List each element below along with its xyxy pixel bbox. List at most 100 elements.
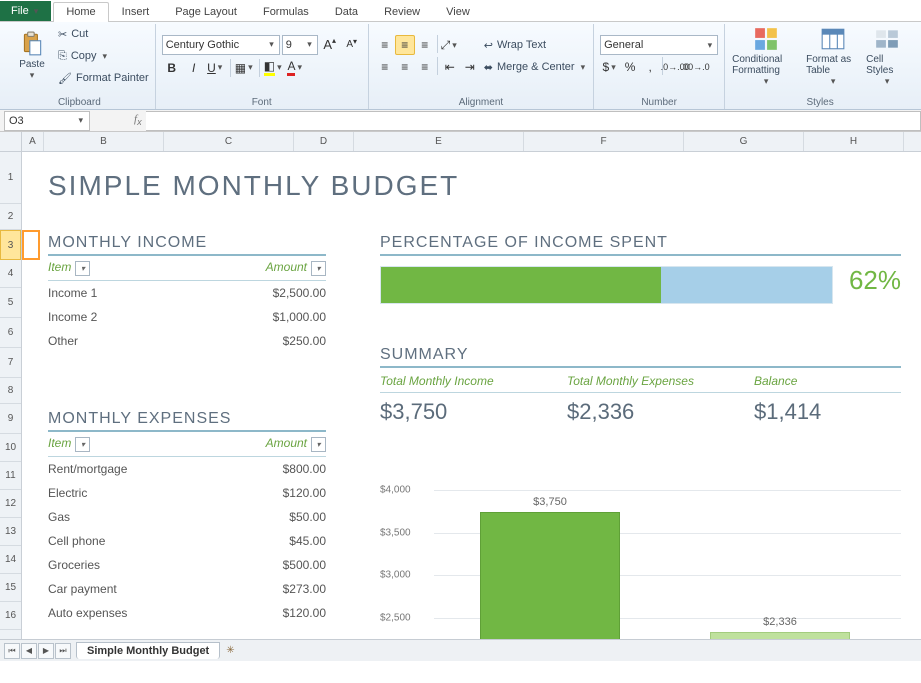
tab-home[interactable]: Home xyxy=(53,2,108,22)
col-header[interactable]: G xyxy=(684,132,804,151)
filter-button[interactable]: ▾ xyxy=(75,437,90,452)
sheet-nav-prev[interactable]: ◀ xyxy=(21,643,37,659)
fill-color-button[interactable]: ◧▾ xyxy=(264,58,284,78)
bold-button[interactable]: B xyxy=(162,58,182,78)
filter-button[interactable]: ▾ xyxy=(75,261,90,276)
table-row[interactable]: Other$250.00 xyxy=(48,329,326,353)
group-alignment: ≡ ≡ ≡ ⤢▾ ≡ ≡ ≡ ⇤ ⇥ ↩Wrap Text ⬌Merge & C… xyxy=(369,24,594,109)
table-icon xyxy=(820,26,846,52)
row-header[interactable]: 8 xyxy=(0,378,21,404)
border-icon: ▦ xyxy=(235,61,246,75)
format-as-table-button[interactable]: Format as Table▾ xyxy=(805,24,861,88)
row-header[interactable]: 11 xyxy=(0,462,21,490)
font-name-select[interactable]: Century Gothic▾ xyxy=(162,35,280,55)
table-row[interactable]: Rent/mortgage$800.00 xyxy=(48,457,326,481)
wrap-text-button[interactable]: ↩Wrap Text xyxy=(484,35,587,55)
increase-indent-button[interactable]: ⇥ xyxy=(460,57,480,77)
summary-val-income: $3,750 xyxy=(380,399,527,425)
table-row[interactable]: Electric$120.00 xyxy=(48,481,326,505)
row-header[interactable]: 7 xyxy=(0,348,21,378)
row-header[interactable]: 12 xyxy=(0,490,21,518)
tab-formulas[interactable]: Formulas xyxy=(250,2,322,21)
sheet-canvas[interactable]: SIMPLE MONTHLY BUDGET MONTHLY INCOME Ite… xyxy=(22,152,921,661)
fx-icon[interactable]: fx xyxy=(134,113,142,127)
sheet-nav-next[interactable]: ▶ xyxy=(38,643,54,659)
col-header[interactable]: H xyxy=(804,132,904,151)
shrink-font-button[interactable]: A▾ xyxy=(342,35,362,55)
col-header[interactable]: A xyxy=(22,132,44,151)
decrease-decimal-button[interactable]: .00→.0 xyxy=(685,57,705,77)
number-format-select[interactable]: General▾ xyxy=(600,35,718,55)
sheet-nav-first[interactable]: ⏮ xyxy=(4,643,20,659)
group-label: Font xyxy=(162,96,362,109)
row-header[interactable]: 15 xyxy=(0,574,21,602)
italic-button[interactable]: I xyxy=(184,58,204,78)
row-header[interactable]: 14 xyxy=(0,546,21,574)
summary-chart: $4,000$3,500$3,000$2,500$2,000$3,750$2,3… xyxy=(380,482,901,661)
tab-view[interactable]: View xyxy=(433,2,483,21)
row-header[interactable]: 4 xyxy=(0,260,21,288)
underline-button[interactable]: U▾ xyxy=(206,58,226,78)
table-row[interactable]: Income 1$2,500.00 xyxy=(48,281,326,305)
axis-tick: $2,500 xyxy=(380,612,411,623)
paste-button[interactable]: Paste▾ xyxy=(10,24,54,88)
format-painter-button[interactable]: 🖌Format Painter xyxy=(58,68,149,88)
decrease-indent-button[interactable]: ⇤ xyxy=(440,57,460,77)
tab-review[interactable]: Review xyxy=(371,2,433,21)
tab-insert[interactable]: Insert xyxy=(109,2,163,21)
row-header[interactable]: 13 xyxy=(0,518,21,546)
row-header[interactable]: 5 xyxy=(0,288,21,318)
align-center-button[interactable]: ≡ xyxy=(395,57,415,77)
borders-button[interactable]: ▦▾ xyxy=(235,58,255,78)
cut-button[interactable]: ✂Cut xyxy=(58,24,149,44)
conditional-formatting-button[interactable]: Conditional Formatting▾ xyxy=(731,24,801,88)
align-left-button[interactable]: ≡ xyxy=(375,57,395,77)
col-header[interactable]: B xyxy=(44,132,164,151)
cell-styles-button[interactable]: Cell Styles▾ xyxy=(865,24,909,88)
table-row[interactable]: Income 2$1,000.00 xyxy=(48,305,326,329)
col-header[interactable]: C xyxy=(164,132,294,151)
table-row[interactable]: Car payment$273.00 xyxy=(48,577,326,601)
font-size-select[interactable]: 9▾ xyxy=(282,35,318,55)
row-header[interactable]: 1 xyxy=(0,152,21,204)
align-top-button[interactable]: ≡ xyxy=(375,35,395,55)
tab-data[interactable]: Data xyxy=(322,2,371,21)
align-bottom-button[interactable]: ≡ xyxy=(415,35,435,55)
grow-font-button[interactable]: A▴ xyxy=(320,35,340,55)
orientation-button[interactable]: ⤢▾ xyxy=(440,35,460,55)
table-row[interactable]: Gas$50.00 xyxy=(48,505,326,529)
filter-button[interactable]: ▾ xyxy=(311,437,326,452)
align-middle-button[interactable]: ≡ xyxy=(395,35,415,55)
row-header[interactable]: 2 xyxy=(0,204,21,230)
tab-page-layout[interactable]: Page Layout xyxy=(162,2,250,21)
col-header[interactable]: E xyxy=(354,132,524,151)
page-title: SIMPLE MONTHLY BUDGET xyxy=(48,170,459,202)
col-header[interactable]: D xyxy=(294,132,354,151)
copy-button[interactable]: ⎘Copy▾ xyxy=(58,46,149,66)
expenses-heading: MONTHLY EXPENSES xyxy=(48,410,326,432)
align-right-button[interactable]: ≡ xyxy=(415,57,435,77)
sheet-nav-last[interactable]: ⏭ xyxy=(55,643,71,659)
name-box[interactable]: O3▾ xyxy=(4,111,90,131)
row-header[interactable]: 9 xyxy=(0,404,21,434)
sheet-tab[interactable]: Simple Monthly Budget xyxy=(76,642,220,659)
table-row[interactable]: Groceries$500.00 xyxy=(48,553,326,577)
filter-button[interactable]: ▾ xyxy=(311,261,326,276)
row-header[interactable]: 10 xyxy=(0,434,21,462)
col-header[interactable]: F xyxy=(524,132,684,151)
select-all-corner[interactable] xyxy=(0,132,22,152)
row-header[interactable]: 6 xyxy=(0,318,21,348)
comma-button[interactable]: , xyxy=(640,57,660,77)
percent-button[interactable]: % xyxy=(620,57,640,77)
table-row[interactable]: Auto expenses$120.00 xyxy=(48,601,326,625)
row-header[interactable]: 3 xyxy=(0,230,21,260)
font-color-button[interactable]: A▾ xyxy=(286,58,306,78)
formula-input[interactable] xyxy=(146,111,921,131)
table-row[interactable]: Cell phone$45.00 xyxy=(48,529,326,553)
insert-sheet-icon[interactable]: ✳ xyxy=(226,645,234,656)
row-header[interactable]: 16 xyxy=(0,602,21,630)
merge-center-button[interactable]: ⬌Merge & Center▾ xyxy=(484,57,587,77)
accounting-button[interactable]: $▾ xyxy=(600,57,620,77)
file-tab[interactable]: File ▾ xyxy=(0,1,51,21)
ribbon-tabs: File ▾ Home Insert Page Layout Formulas … xyxy=(0,0,921,22)
